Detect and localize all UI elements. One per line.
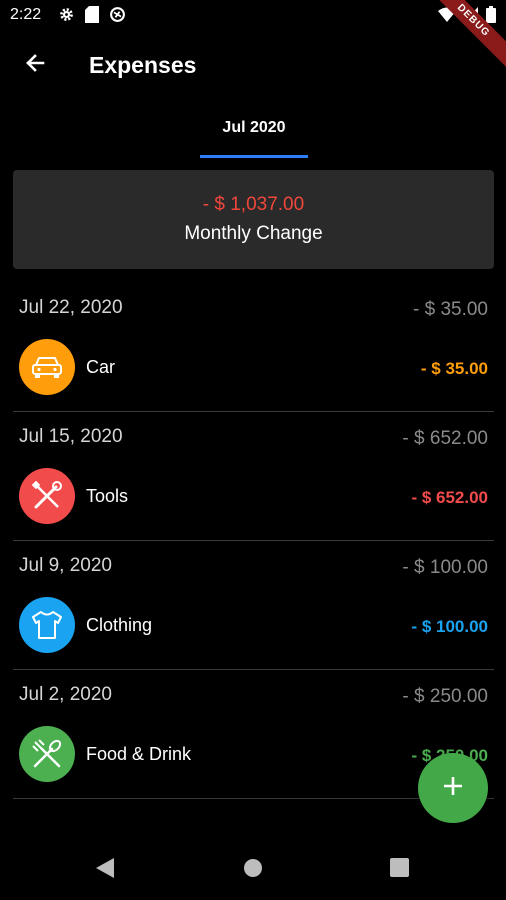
day-group: Jul 15, 2020 - $ 652.00 Tools - $ 652.00 [0, 412, 506, 541]
entry-label: Food & Drink [86, 744, 192, 764]
entry-label: Tools [86, 486, 129, 506]
day-total: - $ 100.00 [402, 557, 488, 578]
page-title: Expenses [89, 52, 197, 78]
sd-card-icon [85, 6, 99, 28]
tab-jul-2020[interactable]: Jul 2020 [200, 98, 308, 158]
entry-amount: - $ 100.00 [411, 617, 488, 636]
expense-list: Jul 22, 2020 - $ 35.00 Car - $ 35.00 Jul… [0, 283, 506, 799]
expense-entry-car[interactable]: Car - $ 35.00 [0, 339, 506, 397]
day-group: Jul 22, 2020 - $ 35.00 Car - $ 35.00 [0, 283, 506, 412]
back-triangle-icon [96, 857, 114, 883]
day-total: - $ 250.00 [402, 686, 488, 707]
day-total: - $ 652.00 [402, 428, 488, 449]
entry-amount: - $ 35.00 [420, 359, 488, 378]
cutlery-icon [19, 726, 75, 782]
system-nav-bar [0, 840, 506, 900]
entry-label: Car [86, 357, 116, 377]
add-expense-button[interactable] [418, 753, 488, 823]
back-button[interactable] [18, 48, 52, 82]
entry-label: Clothing [86, 615, 153, 635]
day-date: Jul 22, 2020 [19, 297, 123, 318]
monthly-summary-card: - $ 1,037.00 Monthly Change [13, 170, 494, 269]
car-icon [19, 339, 75, 395]
nav-back-button[interactable] [93, 857, 117, 883]
monthly-change-amount: - $ 1,037.00 [202, 194, 305, 215]
shirt-icon [19, 597, 75, 653]
recents-square-icon [389, 858, 409, 882]
status-time: 2:22 [10, 6, 42, 23]
expense-entry-clothing[interactable]: Clothing - $ 100.00 [0, 597, 506, 655]
tab-indicator [200, 155, 308, 158]
app-bar: Expenses [0, 32, 506, 98]
monthly-change-label: Monthly Change [184, 223, 323, 244]
month-tabs: Jul 2020 [0, 98, 506, 158]
status-bar: 2:22 [0, 0, 506, 32]
plus-icon [442, 775, 464, 802]
home-circle-icon [243, 858, 263, 883]
tools-icon [19, 468, 75, 524]
sync-icon [109, 6, 126, 28]
day-group: Jul 9, 2020 - $ 100.00 Clothing - $ 100.… [0, 541, 506, 670]
day-total: - $ 35.00 [413, 299, 488, 320]
arrow-left-icon [23, 51, 47, 80]
expense-entry-tools[interactable]: Tools - $ 652.00 [0, 468, 506, 526]
tab-label: Jul 2020 [222, 119, 286, 136]
status-icons-left [58, 6, 126, 28]
gear-icon [58, 6, 75, 28]
entry-amount: - $ 652.00 [411, 488, 488, 507]
day-date: Jul 9, 2020 [19, 555, 112, 576]
nav-recents-button[interactable] [387, 858, 411, 882]
nav-home-button[interactable] [241, 858, 265, 882]
day-date: Jul 15, 2020 [19, 426, 123, 447]
day-date: Jul 2, 2020 [19, 684, 112, 705]
